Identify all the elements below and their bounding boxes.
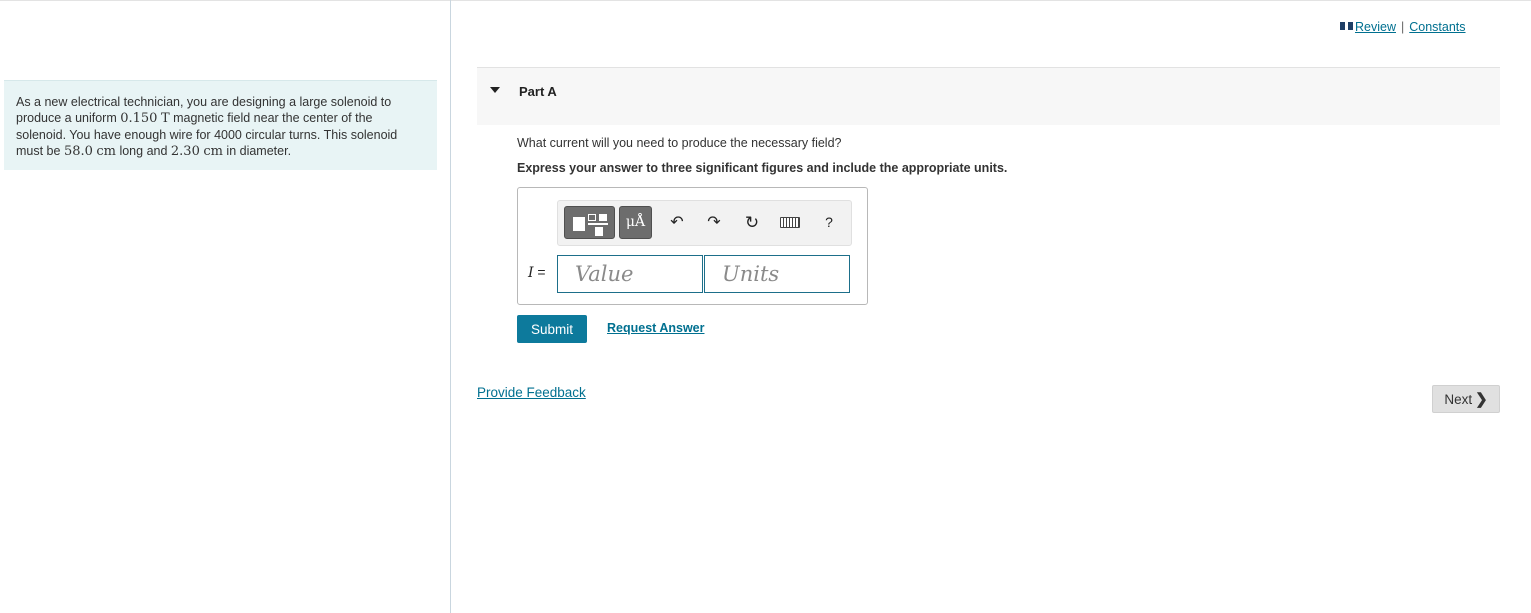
part-a-header[interactable]: Part A [477,67,1500,125]
problem-text: long and [115,144,171,158]
variable-symbol: I [528,265,534,281]
part-title: Part A [519,84,557,99]
math-toolbar: μÅ ↶ ↷ ↻ ? [557,200,852,246]
problem-statement: As a new electrical technician, you are … [4,80,437,170]
chevron-right-icon: ❯ [1475,391,1488,408]
length-unit: cm [96,144,116,159]
help-icon[interactable]: ? [816,206,842,239]
template-icon-part [588,214,596,221]
panel-divider [450,0,451,613]
redo-icon[interactable]: ↷ [701,206,727,239]
template-icon-part [595,227,603,236]
template-button[interactable] [564,206,615,239]
next-label: Next [1444,392,1473,407]
constants-link[interactable]: Constants [1409,20,1465,34]
caret-down-icon[interactable] [490,87,500,93]
undo-icon[interactable]: ↶ [664,206,690,239]
template-icon-part [588,223,608,225]
value-input[interactable] [557,255,703,293]
question-text: What current will you need to produce th… [517,136,842,150]
submit-button[interactable]: Submit [517,315,587,343]
request-answer-link[interactable]: Request Answer [607,321,704,335]
top-links: Review | Constants [1340,20,1466,34]
equals-sign: = [537,264,546,280]
units-input[interactable] [704,255,850,293]
keyboard-icon [780,217,800,228]
units-button[interactable]: μÅ [619,206,652,239]
field-value: 0.150 [120,111,158,126]
answer-box: μÅ ↶ ↷ ↻ ? I = [517,187,868,305]
template-icon [573,217,585,231]
field-unit: T [160,111,170,126]
book-icon [1340,21,1353,31]
problem-text: in diameter. [222,144,292,158]
diameter-unit: cm [203,144,223,159]
reset-icon[interactable]: ↻ [739,206,765,239]
instruction-text: Express your answer to three significant… [517,161,1008,175]
provide-feedback-link[interactable]: Provide Feedback [477,385,586,400]
link-separator: | [1401,20,1405,34]
template-icon-part [599,214,607,221]
length-value: 58.0 [63,144,93,159]
diameter-value: 2.30 [170,144,200,159]
top-rule [0,0,1531,1]
next-button[interactable]: Next ❯ [1432,385,1500,413]
variable-label: I = [528,264,546,281]
review-link[interactable]: Review [1355,20,1396,34]
keyboard-button[interactable] [777,206,803,239]
